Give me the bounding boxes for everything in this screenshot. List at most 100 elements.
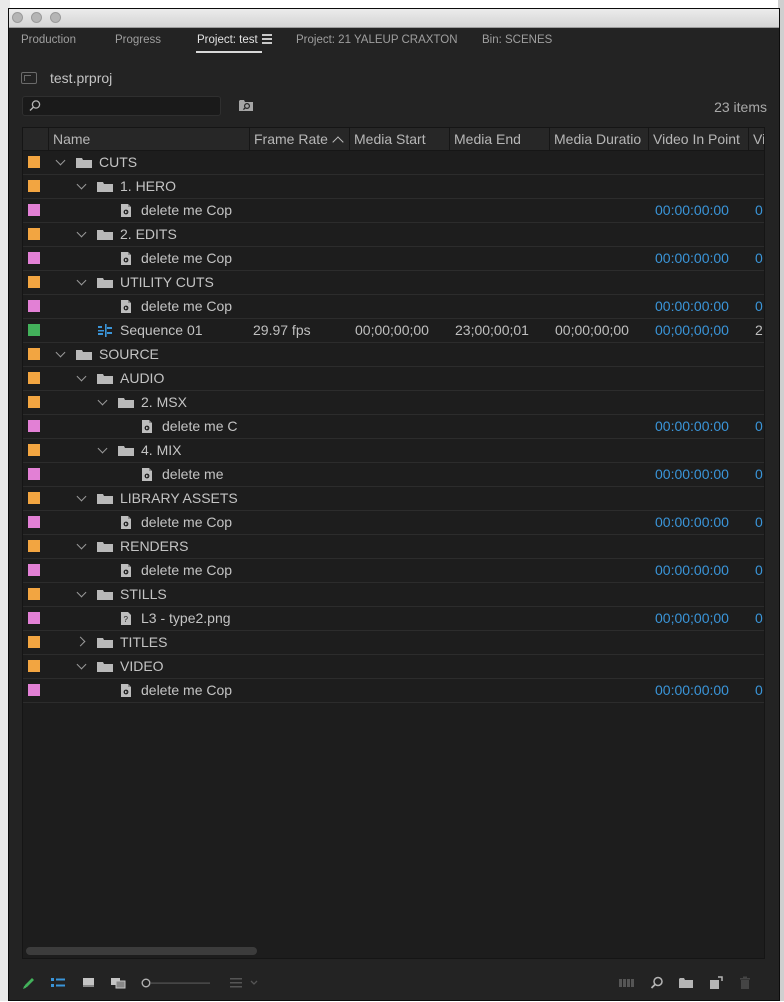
cell-video-in[interactable]: 00:00:00:00 xyxy=(655,511,747,534)
chevron-down-icon[interactable] xyxy=(75,179,89,193)
table-row[interactable]: delete me Cop 00:00:00:00 0 xyxy=(23,511,764,535)
tab-project-craxton[interactable]: Project: 21 YALEUP CRAXTON xyxy=(296,28,458,58)
chevron-down-icon[interactable] xyxy=(54,155,68,169)
table-row[interactable]: 2. EDITS xyxy=(23,223,764,247)
label-color-chip[interactable] xyxy=(28,228,40,240)
item-name[interactable]: delete me xyxy=(162,463,245,486)
tab-bin-scenes[interactable]: Bin: SCENES xyxy=(482,28,552,58)
label-color-chip[interactable] xyxy=(28,204,40,216)
cell-video-in[interactable]: 00:00:00:00 xyxy=(655,679,747,702)
label-color-chip[interactable] xyxy=(28,660,40,672)
label-color-chip[interactable] xyxy=(28,276,40,288)
cell-video-in[interactable]: 00:00:00:00 xyxy=(655,199,747,222)
item-name[interactable]: 2. MSX xyxy=(141,391,245,414)
chevron-down-icon[interactable] xyxy=(96,395,110,409)
label-color-chip[interactable] xyxy=(28,492,40,504)
item-name[interactable]: L3 - type2.png xyxy=(141,607,245,630)
item-name[interactable]: 1. HERO xyxy=(120,175,245,198)
item-name[interactable]: delete me Cop xyxy=(141,511,245,534)
minimize-window-button[interactable] xyxy=(31,12,42,23)
table-row[interactable]: Sequence 01 29.97 fps 00;00;00;00 23;00;00;… xyxy=(23,319,764,343)
close-window-button[interactable] xyxy=(12,12,23,23)
item-name[interactable]: UTILITY CUTS xyxy=(120,271,245,294)
table-row[interactable]: delete me Cop 00:00:00:00 0 xyxy=(23,679,764,703)
cell-video-in[interactable]: 00:00:00:00 xyxy=(655,295,747,318)
item-name[interactable]: LIBRARY ASSETS xyxy=(120,487,245,510)
item-name[interactable]: delete me Cop xyxy=(141,679,245,702)
sort-icons-icon[interactable] xyxy=(228,975,262,991)
label-color-chip[interactable] xyxy=(28,636,40,648)
table-row[interactable]: delete me 00:00:00:00 0 xyxy=(23,463,764,487)
item-name[interactable]: 2. EDITS xyxy=(120,223,245,246)
label-color-chip[interactable] xyxy=(28,540,40,552)
chevron-down-icon[interactable] xyxy=(75,227,89,241)
cell-vi[interactable]: 2 xyxy=(755,319,764,342)
table-row[interactable]: CUTS xyxy=(23,151,764,175)
cell-video-in[interactable]: 00;00;00;00 xyxy=(655,607,747,630)
cell-vi[interactable]: 0 xyxy=(755,247,764,270)
zoom-slider[interactable] xyxy=(139,975,211,991)
cell-vi[interactable]: 0 xyxy=(755,199,764,222)
table-row[interactable]: ? L3 - type2.png 00;00;00;00 0 xyxy=(23,607,764,631)
table-row[interactable]: delete me Cop 00:00:00:00 0 xyxy=(23,559,764,583)
chevron-down-icon[interactable] xyxy=(75,491,89,505)
item-name[interactable]: CUTS xyxy=(99,151,245,174)
list-view-icon[interactable] xyxy=(50,975,66,991)
label-color-chip[interactable] xyxy=(28,156,40,168)
label-color-chip[interactable] xyxy=(28,468,40,480)
table-row[interactable]: UTILITY CUTS xyxy=(23,271,764,295)
label-color-chip[interactable] xyxy=(28,300,40,312)
cell-vi[interactable]: 0 xyxy=(755,463,764,486)
table-row[interactable]: SOURCE xyxy=(23,343,764,367)
item-name[interactable]: 4. MIX xyxy=(141,439,245,462)
item-name[interactable]: delete me C xyxy=(162,415,245,438)
cell-video-in[interactable]: 00:00:00:00 xyxy=(655,463,747,486)
column-header-media-duration[interactable]: Media Duratio xyxy=(549,128,648,150)
cell-vi[interactable]: 0 xyxy=(755,511,764,534)
cell-video-in[interactable]: 00;00;00;00 xyxy=(655,319,747,342)
clear-icon[interactable] xyxy=(737,975,753,991)
table-row[interactable]: delete me C 00:00:00:00 0 xyxy=(23,415,764,439)
label-color-chip[interactable] xyxy=(28,420,40,432)
table-row[interactable]: RENDERS xyxy=(23,535,764,559)
tab-progress[interactable]: Progress xyxy=(115,28,161,58)
item-name[interactable]: TITLES xyxy=(120,631,245,654)
table-row[interactable]: AUDIO xyxy=(23,367,764,391)
window-titlebar[interactable] xyxy=(9,9,779,28)
icon-view-icon[interactable] xyxy=(81,975,97,991)
column-header-video-out-point[interactable]: Vi xyxy=(748,128,764,150)
label-color-chip[interactable] xyxy=(28,396,40,408)
table-row[interactable]: delete me Cop 00:00:00:00 0 xyxy=(23,295,764,319)
new-search-bin-icon[interactable] xyxy=(238,98,254,112)
table-row[interactable]: 1. HERO xyxy=(23,175,764,199)
automate-to-sequence-icon[interactable] xyxy=(618,975,636,991)
new-item-icon[interactable] xyxy=(708,975,724,991)
item-name[interactable]: SOURCE xyxy=(99,343,245,366)
chevron-down-icon[interactable] xyxy=(75,371,89,385)
cell-vi[interactable]: 0 xyxy=(755,415,764,438)
column-header-media-end[interactable]: Media End xyxy=(449,128,549,150)
label-color-chip[interactable] xyxy=(28,588,40,600)
zoom-window-button[interactable] xyxy=(50,12,61,23)
label-color-chip[interactable] xyxy=(28,252,40,264)
pencil-icon[interactable] xyxy=(21,975,37,991)
panel-menu-icon[interactable] xyxy=(262,34,272,44)
table-row[interactable]: LIBRARY ASSETS xyxy=(23,487,764,511)
chevron-down-icon[interactable] xyxy=(75,539,89,553)
label-color-chip[interactable] xyxy=(28,348,40,360)
horizontal-scrollbar[interactable] xyxy=(26,947,257,955)
table-row[interactable]: TITLES xyxy=(23,631,764,655)
table-row[interactable]: delete me Cop 00:00:00:00 0 xyxy=(23,247,764,271)
label-color-chip[interactable] xyxy=(28,516,40,528)
label-color-chip[interactable] xyxy=(28,180,40,192)
item-name[interactable]: RENDERS xyxy=(120,535,245,558)
column-header-frame-rate[interactable]: Frame Rate xyxy=(249,128,349,150)
item-name[interactable]: delete me Cop xyxy=(141,559,245,582)
column-header-video-in-point[interactable]: Video In Point xyxy=(648,128,748,150)
cell-vi[interactable]: 0 xyxy=(755,679,764,702)
search-input[interactable] xyxy=(22,96,221,116)
table-row[interactable]: 2. MSX xyxy=(23,391,764,415)
chevron-down-icon[interactable] xyxy=(96,443,110,457)
table-row[interactable]: 4. MIX xyxy=(23,439,764,463)
tab-production[interactable]: Production xyxy=(21,28,76,58)
